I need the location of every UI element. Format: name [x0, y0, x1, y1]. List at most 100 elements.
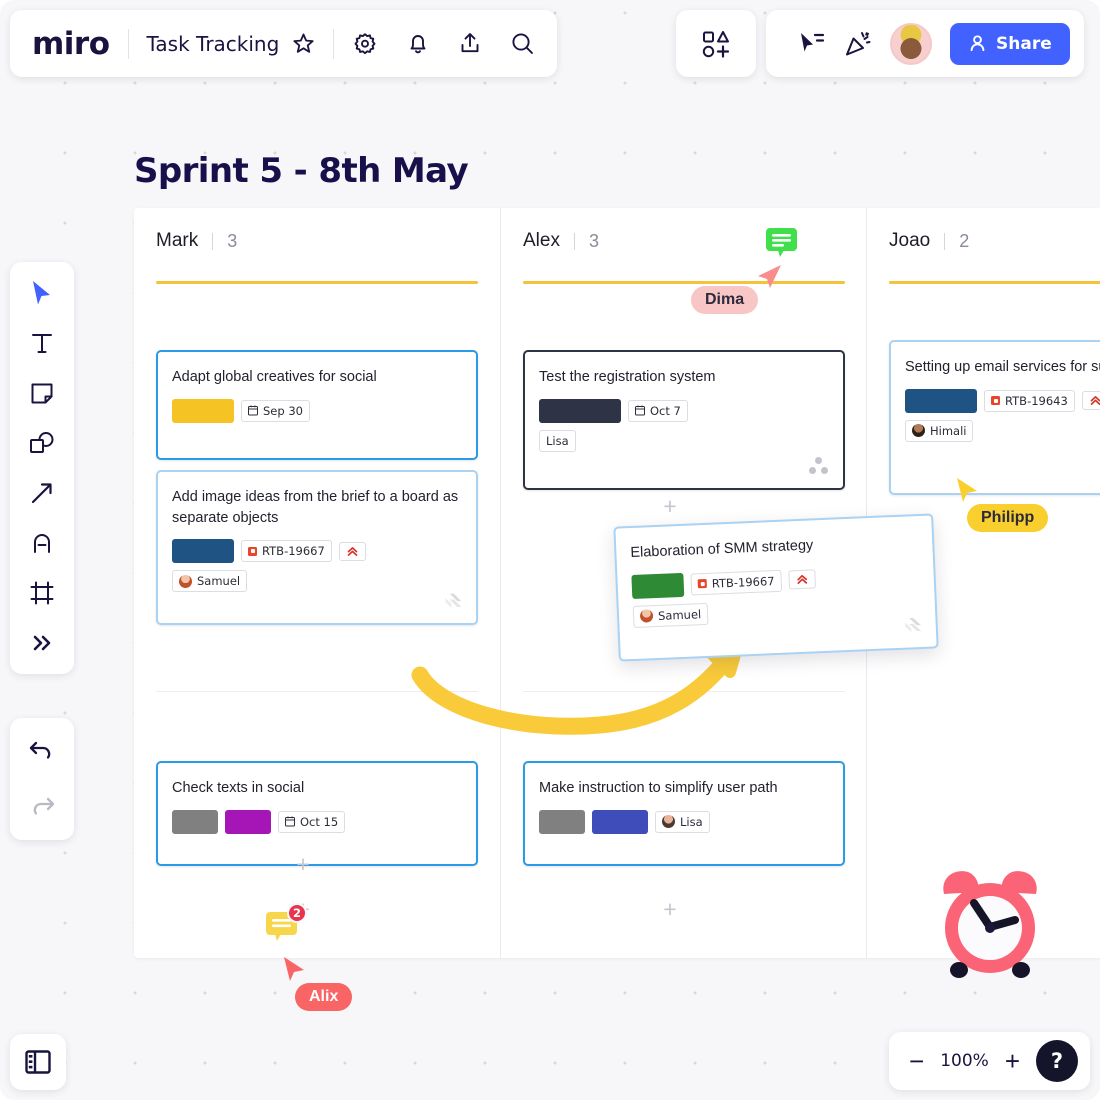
- gear-icon[interactable]: [352, 31, 378, 57]
- shapes-icon[interactable]: [701, 29, 731, 59]
- comment-pin-yellow[interactable]: 2: [266, 903, 307, 942]
- task-card[interactable]: Setting up email services for subscripti…: [889, 340, 1100, 495]
- due-date-chip[interactable]: Oct 15: [278, 810, 346, 833]
- priority-highest-icon: [1090, 396, 1100, 406]
- arrow-tool[interactable]: [25, 476, 59, 510]
- card-title: Test the registration system: [539, 369, 716, 385]
- priority-chip[interactable]: [1081, 391, 1100, 411]
- column-accent-rule: [523, 281, 845, 284]
- user-avatar[interactable]: [890, 22, 932, 65]
- tools-panel: [10, 262, 74, 674]
- card-title: Elaboration of SMM strategy: [630, 537, 814, 562]
- collaborator-label-alix: Alix: [295, 983, 353, 1011]
- card-meta: Sep 30: [172, 398, 462, 423]
- search-icon[interactable]: [510, 31, 535, 56]
- board-name[interactable]: Task Tracking: [147, 32, 280, 56]
- color-swatch[interactable]: [631, 572, 685, 599]
- card-meta: RTB-19667: [631, 563, 920, 599]
- miro-logo[interactable]: miro: [32, 26, 110, 62]
- cursor-pointer-alix: [284, 957, 304, 981]
- upload-icon[interactable]: [458, 31, 482, 56]
- jira-task-icon: [991, 396, 1000, 406]
- color-swatch[interactable]: [172, 398, 234, 423]
- column-accent-rule: [156, 281, 478, 284]
- comment-pin-green[interactable]: [766, 228, 798, 258]
- pen-tool[interactable]: [25, 526, 59, 560]
- select-tool[interactable]: [25, 276, 59, 310]
- divider: [212, 232, 214, 250]
- due-date-text: Sep 30: [263, 403, 303, 418]
- task-card-dragged[interactable]: Elaboration of SMM strategy RTB-19667 Sa…: [613, 513, 939, 662]
- collaborator-label-dima: Dima: [691, 286, 759, 314]
- share-button[interactable]: Share: [950, 22, 1070, 65]
- zoom-out-button[interactable]: −: [909, 1048, 924, 1074]
- assignee-chip[interactable]: Samuel: [632, 602, 709, 628]
- jira-ticket-chip[interactable]: RTB-19667: [690, 569, 782, 596]
- task-card[interactable]: Add image ideas from the brief to a boar…: [156, 470, 478, 625]
- color-swatch[interactable]: [539, 398, 621, 423]
- color-swatch[interactable]: [539, 809, 585, 834]
- card-title: Add image ideas from the brief to a boar…: [172, 489, 459, 526]
- card-meta: Oct 7: [539, 398, 829, 423]
- add-card-button[interactable]: +: [659, 898, 681, 921]
- task-card[interactable]: Test the registration system Oct 7 Lisa: [523, 350, 845, 490]
- zoom-in-button[interactable]: +: [1005, 1048, 1020, 1074]
- add-card-button[interactable]: +: [292, 853, 314, 876]
- color-swatch[interactable]: [905, 388, 977, 413]
- cursor-pointer-philipp: [957, 478, 977, 502]
- cursor-share-icon[interactable]: [798, 31, 826, 57]
- card-title: Make instruction to simplify user path: [539, 780, 778, 796]
- jira-ticket-chip[interactable]: RTB-19667: [241, 540, 332, 563]
- column-title: Mark: [156, 230, 199, 251]
- color-swatch[interactable]: [172, 539, 234, 564]
- bell-icon[interactable]: [406, 31, 430, 56]
- priority-chip[interactable]: [788, 569, 816, 590]
- redo-button[interactable]: [25, 790, 59, 824]
- column-title: Joao: [889, 230, 931, 251]
- jira-logo-icon: [445, 593, 462, 608]
- ticket-id: RTB-19667: [262, 544, 325, 559]
- due-date-chip[interactable]: Oct 7: [628, 399, 688, 422]
- priority-chip[interactable]: [338, 541, 366, 561]
- undo-button[interactable]: [25, 734, 59, 768]
- task-card[interactable]: Check texts in social Oct 15: [156, 761, 478, 866]
- divider: [573, 232, 575, 250]
- shapes-tool[interactable]: [25, 426, 59, 460]
- card-title: Adapt global creatives for social: [172, 369, 377, 385]
- celebrate-icon[interactable]: [844, 30, 872, 58]
- task-card[interactable]: Adapt global creatives for social Sep 30: [156, 350, 478, 460]
- calendar-icon: [285, 816, 295, 827]
- assignee-chip[interactable]: Lisa: [539, 429, 576, 452]
- jira-ticket-chip[interactable]: RTB-19643: [984, 389, 1075, 412]
- assignee-chip[interactable]: Samuel: [172, 570, 248, 593]
- top-toolbar-right: Share: [766, 10, 1084, 77]
- help-button[interactable]: ?: [1036, 1040, 1078, 1082]
- person-icon: [970, 35, 985, 52]
- history-panel: [10, 718, 74, 840]
- column-section-divider: [156, 691, 478, 692]
- column-header-alex: Alex 3: [523, 230, 599, 252]
- due-date-chip[interactable]: Sep 30: [241, 399, 310, 422]
- star-icon[interactable]: [292, 32, 315, 55]
- jira-task-icon: [248, 546, 257, 556]
- top-toolbar-shapes[interactable]: [676, 10, 756, 77]
- card-title: Check texts in social: [172, 780, 305, 796]
- panels-button[interactable]: [10, 1034, 66, 1090]
- color-swatch[interactable]: [172, 809, 218, 834]
- task-card[interactable]: Make instruction to simplify user path L…: [523, 761, 845, 866]
- add-card-button[interactable]: +: [659, 495, 681, 518]
- color-swatch[interactable]: [592, 809, 648, 834]
- assignee-chip[interactable]: Himali: [905, 419, 974, 442]
- more-tools-icon[interactable]: [25, 626, 59, 660]
- sticky-note-tool[interactable]: [25, 376, 59, 410]
- comment-count-badge: 2: [287, 903, 307, 923]
- color-swatch[interactable]: [225, 809, 271, 834]
- assignee-name: Samuel: [197, 574, 241, 589]
- assignee-avatar: [179, 574, 192, 588]
- frame-tool[interactable]: [25, 576, 59, 610]
- three-dots-icon: [809, 457, 829, 475]
- text-tool[interactable]: [25, 326, 59, 360]
- assignee-name: Samuel: [657, 606, 702, 623]
- assignee-chip[interactable]: Lisa: [655, 810, 710, 833]
- alarm-clock-sticker[interactable]: [930, 862, 1050, 987]
